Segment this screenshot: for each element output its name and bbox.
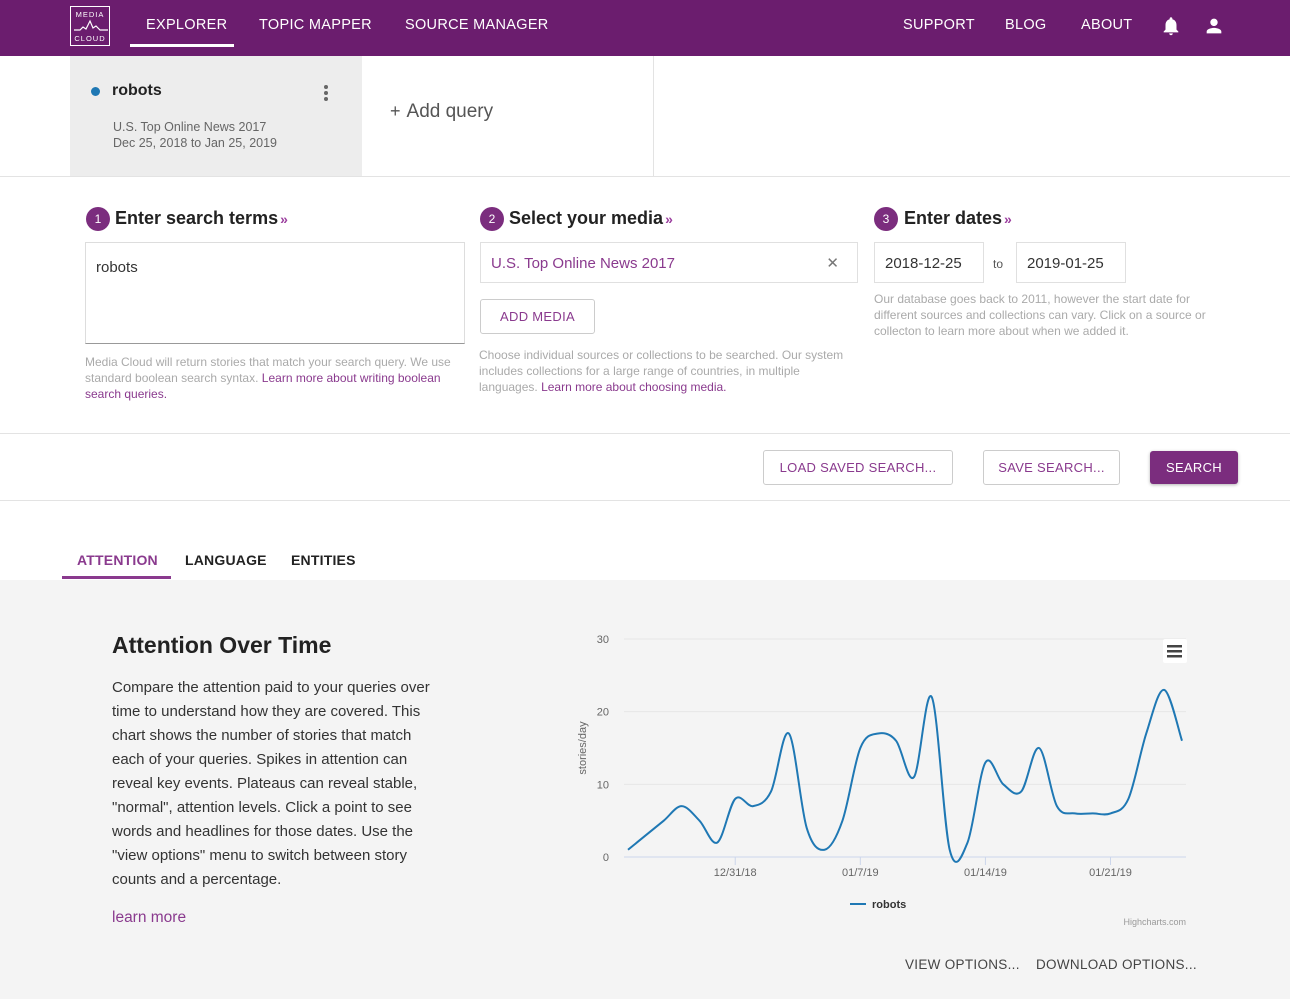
x-tick-label: 01/14/19 bbox=[964, 867, 1007, 879]
logo-text-top: MEDIA bbox=[75, 10, 105, 19]
search-button[interactable]: SEARCH bbox=[1150, 451, 1238, 484]
bell-icon[interactable] bbox=[1160, 15, 1182, 37]
query-color-dot bbox=[91, 87, 100, 96]
legend-label-robots: robots bbox=[872, 899, 906, 911]
nav-explorer[interactable]: EXPLORER bbox=[146, 17, 227, 33]
divider bbox=[0, 500, 1290, 501]
y-axis-label: stories/day bbox=[577, 721, 589, 775]
chart-menu-icon[interactable] bbox=[1163, 639, 1187, 663]
end-date-input[interactable]: 2019-01-25 bbox=[1016, 242, 1126, 283]
x-tick-label: 01/7/19 bbox=[842, 867, 879, 879]
learn-more-link[interactable]: learn more bbox=[112, 909, 186, 927]
nav-blog[interactable]: BLOG bbox=[1005, 17, 1047, 33]
y-tick-label: 30 bbox=[597, 634, 609, 646]
attention-title: Attention Over Time bbox=[112, 632, 332, 658]
media-help: Choose individual sources or collections… bbox=[479, 348, 844, 394]
logo-wave-icon bbox=[74, 19, 108, 31]
step-2-title: Select your media» bbox=[509, 208, 673, 228]
step-2-badge: 2 bbox=[480, 207, 504, 231]
logo-text-bottom: CLOUD bbox=[74, 34, 106, 43]
nav-active-indicator bbox=[130, 44, 234, 47]
tab-entities[interactable]: ENTITIES bbox=[291, 552, 356, 568]
attention-chart[interactable]: 0 10 20 30 stories/day 12/31/18 01/7/19 01/14… bbox=[560, 620, 1200, 935]
query-card[interactable]: robots U.S. Top Online News 2017 Dec 25,… bbox=[70, 56, 362, 176]
query-dates: Dec 25, 2018 to Jan 25, 2019 bbox=[113, 136, 278, 150]
y-tick-label: 10 bbox=[597, 779, 609, 791]
selected-media-chip[interactable]: U.S. Top Online News 2017 bbox=[491, 255, 675, 272]
search-terms-help: Media Cloud will return stories that mat… bbox=[85, 355, 451, 401]
save-search-button[interactable]: SAVE SEARCH... bbox=[983, 450, 1120, 485]
tab-active-indicator bbox=[62, 576, 171, 579]
top-navbar: MEDIA CLOUD EXPLORER TOPIC MAPPER SOURCE… bbox=[0, 0, 1290, 56]
step-1-badge: 1 bbox=[86, 207, 110, 231]
attention-description: Compare the attention paid to your queri… bbox=[112, 679, 430, 888]
nav-about[interactable]: ABOUT bbox=[1081, 17, 1132, 33]
series-line-robots[interactable] bbox=[627, 688, 1183, 863]
x-tick-label: 12/31/18 bbox=[714, 867, 757, 879]
search-terms-input[interactable]: robots bbox=[85, 242, 465, 344]
y-tick-label: 0 bbox=[603, 852, 609, 864]
divider bbox=[0, 433, 1290, 434]
date-separator: to bbox=[993, 257, 1004, 271]
tab-attention[interactable]: ATTENTION bbox=[77, 552, 158, 568]
media-selection-field[interactable]: U.S. Top Online News 2017 ✕ bbox=[480, 242, 858, 283]
y-tick-label: 20 bbox=[597, 707, 609, 719]
add-media-button[interactable]: ADD MEDIA bbox=[480, 299, 595, 334]
step-3-badge: 3 bbox=[874, 207, 898, 231]
user-icon[interactable] bbox=[1203, 15, 1225, 37]
divider bbox=[653, 56, 654, 176]
start-date-input[interactable]: 2018-12-25 bbox=[874, 242, 984, 283]
x-tick-label: 01/21/19 bbox=[1089, 867, 1132, 879]
tab-language[interactable]: LANGUAGE bbox=[185, 552, 267, 568]
load-saved-search-button[interactable]: LOAD SAVED SEARCH... bbox=[763, 450, 953, 485]
query-name: robots bbox=[112, 82, 162, 99]
view-options-button[interactable]: VIEW OPTIONS... bbox=[905, 957, 1020, 972]
download-options-button[interactable]: DOWNLOAD OPTIONS... bbox=[1036, 957, 1197, 972]
media-cloud-logo[interactable]: MEDIA CLOUD bbox=[70, 6, 110, 46]
chart-credit[interactable]: Highcharts.com bbox=[1123, 917, 1186, 927]
add-query-label: Add query bbox=[406, 101, 494, 122]
query-collection: U.S. Top Online News 2017 bbox=[113, 120, 267, 134]
nav-support[interactable]: SUPPORT bbox=[903, 17, 975, 33]
add-query-button[interactable]: + Add query bbox=[390, 101, 493, 123]
plus-icon: + bbox=[390, 101, 401, 121]
remove-media-icon[interactable]: ✕ bbox=[826, 254, 839, 272]
chart-legend[interactable]: robots bbox=[850, 899, 906, 911]
step-3-title: Enter dates» bbox=[904, 208, 1012, 228]
nav-source-manager[interactable]: SOURCE MANAGER bbox=[405, 17, 549, 33]
more-vert-icon[interactable] bbox=[320, 85, 332, 103]
dates-help: Our database goes back to 2011, however … bbox=[874, 292, 1206, 338]
divider bbox=[0, 176, 1290, 177]
choosing-media-link[interactable]: Learn more about choosing media. bbox=[541, 380, 726, 394]
step-1-title: Enter search terms» bbox=[115, 208, 288, 228]
nav-topic-mapper[interactable]: TOPIC MAPPER bbox=[259, 17, 372, 33]
search-terms-value: robots bbox=[96, 259, 138, 276]
